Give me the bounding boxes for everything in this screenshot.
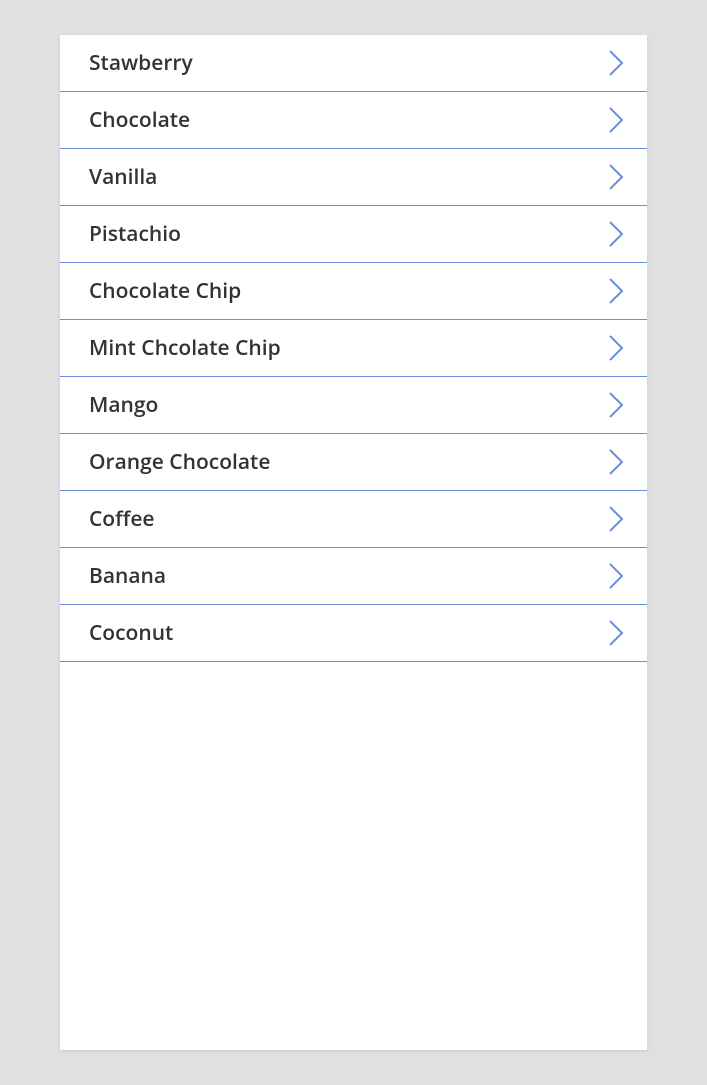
list-item[interactable]: Vanilla [60,149,647,206]
chevron-right-icon [607,618,625,648]
list-item[interactable]: Chocolate [60,92,647,149]
chevron-right-icon [607,504,625,534]
list-card: Stawberry Chocolate Vanilla Pistachio Ch… [60,35,647,1050]
list-item[interactable]: Coffee [60,491,647,548]
list-item-label: Orange Chocolate [89,448,270,476]
chevron-right-icon [607,390,625,420]
list-item-label: Coconut [89,619,173,647]
list-item[interactable]: Chocolate Chip [60,263,647,320]
list-item[interactable]: Coconut [60,605,647,662]
list-item[interactable]: Mango [60,377,647,434]
list-item-label: Stawberry [89,49,193,77]
chevron-right-icon [607,276,625,306]
chevron-right-icon [607,105,625,135]
chevron-right-icon [607,447,625,477]
list-item-label: Chocolate Chip [89,277,241,305]
chevron-right-icon [607,561,625,591]
list-item-label: Mango [89,391,158,419]
flavor-list: Stawberry Chocolate Vanilla Pistachio Ch… [60,35,647,662]
list-item[interactable]: Orange Chocolate [60,434,647,491]
list-item[interactable]: Pistachio [60,206,647,263]
list-item[interactable]: Banana [60,548,647,605]
chevron-right-icon [607,48,625,78]
list-item[interactable]: Stawberry [60,35,647,92]
chevron-right-icon [607,162,625,192]
chevron-right-icon [607,333,625,363]
list-item-label: Pistachio [89,220,181,248]
list-item-label: Banana [89,562,166,590]
list-item-label: Mint Chcolate Chip [89,334,281,362]
chevron-right-icon [607,219,625,249]
list-item-label: Vanilla [89,163,157,191]
list-item-label: Chocolate [89,106,190,134]
list-item[interactable]: Mint Chcolate Chip [60,320,647,377]
list-item-label: Coffee [89,505,155,533]
